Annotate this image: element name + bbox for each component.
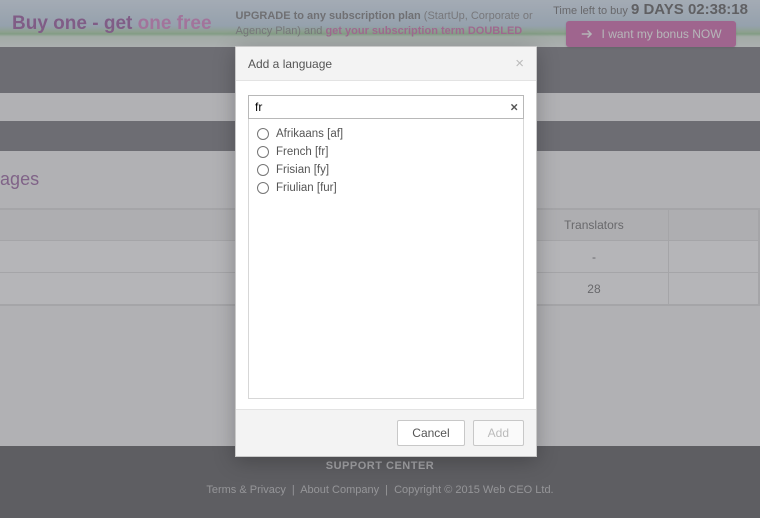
language-option[interactable]: Afrikaans [af] bbox=[257, 125, 515, 143]
language-option[interactable]: Frisian [fy] bbox=[257, 161, 515, 179]
add-button[interactable]: Add bbox=[473, 420, 524, 446]
modal-footer: Cancel Add bbox=[236, 409, 536, 456]
language-radio[interactable] bbox=[257, 164, 269, 176]
language-label: Friulian [fur] bbox=[276, 182, 337, 194]
language-radio[interactable] bbox=[257, 146, 269, 158]
search-wrap: × bbox=[248, 95, 524, 119]
language-radio[interactable] bbox=[257, 182, 269, 194]
language-label: Afrikaans [af] bbox=[276, 128, 343, 140]
language-label: Frisian [fy] bbox=[276, 164, 329, 176]
add-language-modal: Add a language × × Afrikaans [af] French… bbox=[235, 46, 537, 457]
clear-search-icon[interactable]: × bbox=[510, 100, 518, 115]
language-option[interactable]: Friulian [fur] bbox=[257, 179, 515, 197]
modal-title: Add a language bbox=[248, 57, 332, 71]
language-label: French [fr] bbox=[276, 146, 328, 158]
language-list[interactable]: Afrikaans [af] French [fr] Frisian [fy] … bbox=[248, 119, 524, 399]
language-radio[interactable] bbox=[257, 128, 269, 140]
cancel-button[interactable]: Cancel bbox=[397, 420, 464, 446]
close-icon[interactable]: × bbox=[515, 56, 524, 71]
language-option[interactable]: French [fr] bbox=[257, 143, 515, 161]
modal-body: × Afrikaans [af] French [fr] Frisian [fy… bbox=[236, 81, 536, 409]
language-search-input[interactable] bbox=[249, 97, 523, 117]
modal-header: Add a language × bbox=[236, 47, 536, 81]
